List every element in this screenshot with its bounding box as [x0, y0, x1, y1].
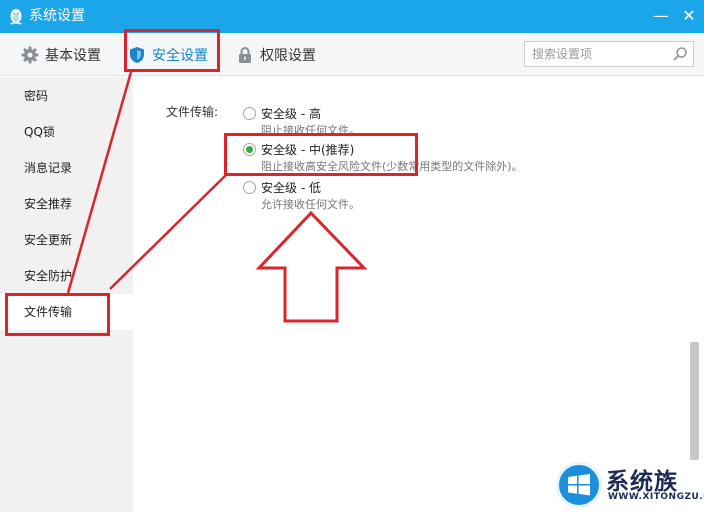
scrollbar-thumb[interactable]: [690, 342, 699, 460]
watermark: 系统族 WWW.XITONGZU.COM: [556, 462, 704, 510]
radio-high[interactable]: [243, 107, 256, 120]
radio-low[interactable]: [243, 181, 256, 194]
windows-logo-icon: [556, 462, 602, 508]
annotation-box-medium-option: [224, 133, 418, 176]
gear-icon: [21, 46, 39, 64]
search-input[interactable]: [525, 42, 665, 66]
sidebar-item-message-history[interactable]: 消息记录: [0, 150, 133, 186]
settings-toolbar: 基本设置 安全设置 权限设置: [0, 33, 704, 76]
option-description: 允许接收任何文件。: [261, 198, 360, 211]
option-title: 安全级 - 高: [261, 107, 321, 121]
tab-basic-settings[interactable]: 基本设置: [21, 33, 101, 76]
sidebar-item-security-recommend[interactable]: 安全推荐: [0, 186, 133, 222]
file-transfer-label: 文件传输:: [166, 105, 219, 119]
option-title: 安全级 - 低: [261, 181, 321, 195]
close-button[interactable]: ✕: [676, 4, 702, 28]
title-bar: 系统设置 — ✕: [0, 0, 704, 33]
tab-permission-settings[interactable]: 权限设置: [236, 33, 316, 76]
minimize-button[interactable]: —: [648, 4, 674, 28]
watermark-brand: 系统族: [606, 469, 678, 495]
window-title: 系统设置: [29, 8, 85, 24]
sidebar-item-password[interactable]: 密码: [0, 78, 133, 114]
search-icon[interactable]: [672, 46, 688, 62]
annotation-box-security-tab: [124, 29, 220, 72]
watermark-url: WWW.XITONGZU.COM: [608, 492, 704, 502]
sidebar-item-qq-lock[interactable]: QQ锁: [0, 114, 133, 150]
qq-penguin-icon: [8, 8, 24, 25]
annotation-box-file-transfer: [5, 293, 110, 336]
sidebar-item-security-protection[interactable]: 安全防护: [0, 258, 133, 294]
file-transfer-panel: 文件传输: 安全级 - 高 阻止接收任何文件。 安全级 - 中(推荐) 阻止接收…: [133, 77, 704, 512]
lock-icon: [236, 46, 254, 64]
sidebar-item-security-update[interactable]: 安全更新: [0, 222, 133, 258]
tab-label: 权限设置: [260, 47, 316, 64]
search-box[interactable]: [524, 41, 694, 67]
tab-label: 基本设置: [45, 47, 101, 64]
